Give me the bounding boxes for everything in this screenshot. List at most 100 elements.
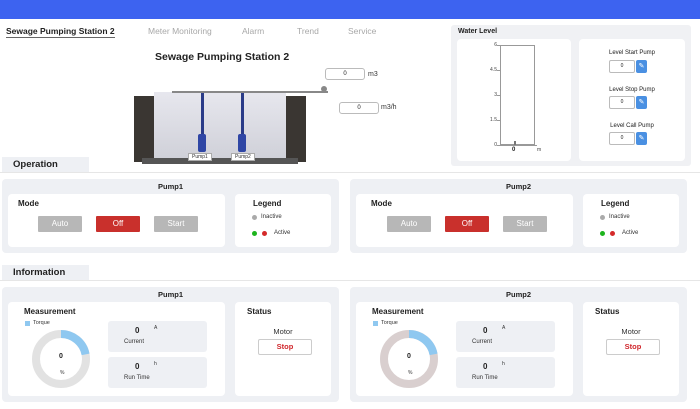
wl-tickmark [497,95,500,96]
tab-service[interactable]: Service [348,26,376,36]
flow-unit: m3/h [381,104,397,111]
pump1-runtime-card: 0 h Run Time [108,357,207,388]
water-level-unit: m [537,147,542,153]
pump1-active-label: Active [274,230,291,236]
active-green-dot-icon [600,231,605,236]
pump1-gauge-value: 0 [59,353,63,360]
inactive-dot-icon [600,215,605,220]
level-stop-pump-input[interactable]: 0 [609,96,635,109]
information-pump1-panel: Pump1 Measurement Torque 0 % 0 A Current… [2,287,339,402]
pump2-icon [238,134,246,152]
pump2-runtime-unit: h [502,361,505,367]
edit-level-start-pump-button[interactable]: ✎ [636,60,647,73]
level-call-pump-input[interactable]: 0 [609,132,635,145]
pump1-runtime-value: 0 [135,362,140,371]
active-red-dot-icon [610,231,615,236]
pump2-current-unit: A [502,325,506,331]
water-level-chart: 6 4.5 3 1.5 0 0 m [457,39,571,161]
pump1-auto-button[interactable]: Auto [38,216,82,232]
pump1-mode-title: Mode [18,199,39,208]
wl-tickmark [497,70,500,71]
wl-tickmark [497,45,500,46]
pencil-icon: ✎ [638,135,645,142]
water-level-baseline [497,145,537,146]
active-red-dot-icon [262,231,267,236]
pump2-current-label: Current [472,339,493,345]
pump2-legend-title: Legend [601,199,630,208]
pump1-runtime-label: Run Time [124,375,150,381]
wl-tick-label: 4.5 [490,67,497,73]
pump2-off-button[interactable]: Off [445,216,489,232]
pump1-current-unit: A [154,325,158,331]
pump2-start-button[interactable]: Start [503,216,547,232]
volume-field: 0 [325,68,365,80]
pump1-start-button[interactable]: Start [154,216,198,232]
water-level-value: 0 [512,147,516,153]
information-pump1-title: Pump1 [157,290,183,299]
torque-legend-icon [373,321,378,326]
discharge-pipe [172,91,328,93]
station-title: Sewage Pumping Station 2 [155,51,290,63]
level-start-pump-input[interactable]: 0 [609,60,635,73]
pump2-tag: Pump2 [231,153,255,161]
flow-field: 0 [339,102,379,114]
pump1-measurement-card: Measurement Torque 0 % 0 A Current 0 h R… [8,302,225,396]
edit-level-call-pump-button[interactable]: ✎ [636,132,647,145]
water-level-title: Water Level [458,28,498,35]
pump2-inactive-label: Inactive [609,214,630,220]
section-divider [0,172,700,173]
pump2-status-title: Status [595,307,620,316]
pump2-runtime-value: 0 [483,362,488,371]
gauge-fill-arc [408,330,438,356]
volume-unit: m3 [368,71,378,78]
pump1-tag: Pump1 [188,153,212,161]
pump1-runtime-unit: h [154,361,157,367]
pumping-station-illustration: Pump1 Pump2 [130,84,328,164]
operation-pump1-panel: Pump1 Mode Auto Off Start Legend Inactiv… [2,179,339,253]
tab-meter-monitoring[interactable]: Meter Monitoring [148,26,212,36]
pump1-mode-card: Mode Auto Off Start [8,194,225,247]
tab-trend[interactable]: Trend [297,26,319,36]
pump1-stop-button[interactable]: Stop [258,339,312,355]
pump2-measurement-title: Measurement [372,307,424,316]
pump1-current-card: 0 A Current [108,321,207,352]
pump1-shaft [201,93,204,137]
station-room [154,92,286,160]
pump1-gauge-unit: % [60,370,65,376]
tab-alarm[interactable]: Alarm [242,26,264,36]
edit-level-stop-pump-button[interactable]: ✎ [636,96,647,109]
wl-tick-label: 1.5 [490,117,497,123]
tab-sewage-pumping-station-2[interactable]: Sewage Pumping Station 2 [6,26,115,38]
inactive-dot-icon [252,215,257,220]
wl-tickmark [497,120,500,121]
pump2-mode-card: Mode Auto Off Start [356,194,573,247]
pump2-motor-label: Motor [621,327,641,336]
operation-pump1-title: Pump1 [157,182,183,191]
section-divider [0,280,700,281]
pump1-measurement-title: Measurement [24,307,76,316]
pump2-torque-label: Torque [381,320,398,326]
pencil-icon: ✎ [638,99,645,106]
pump1-current-label: Current [124,339,145,345]
station-wall-right [286,96,306,162]
top-bar [0,0,700,19]
pump2-runtime-label: Run Time [472,375,498,381]
pump2-stop-button[interactable]: Stop [606,339,660,355]
wl-tick-label: 0 [494,142,497,148]
active-green-dot-icon [252,231,257,236]
information-pump2-panel: Pump2 Measurement Torque 0 % 0 A Current… [350,287,687,402]
gauge-fill-arc [60,330,90,356]
torque-legend-icon [25,321,30,326]
level-stop-pump-label: Level Stop Pump [609,87,655,93]
pump2-current-card: 0 A Current [456,321,555,352]
pump1-icon [198,134,206,152]
pump2-gauge-value: 0 [407,353,411,360]
pump1-motor-label: Motor [273,327,293,336]
pump2-status-card: Status Motor Stop [583,302,679,396]
level-start-pump-label: Level Start Pump [608,50,656,56]
pump2-auto-button[interactable]: Auto [387,216,431,232]
pump1-torque-label: Torque [33,320,50,326]
pump2-legend-card: Legend Inactive Active [583,194,679,247]
pump1-off-button[interactable]: Off [96,216,140,232]
station-wall-left [134,96,154,162]
